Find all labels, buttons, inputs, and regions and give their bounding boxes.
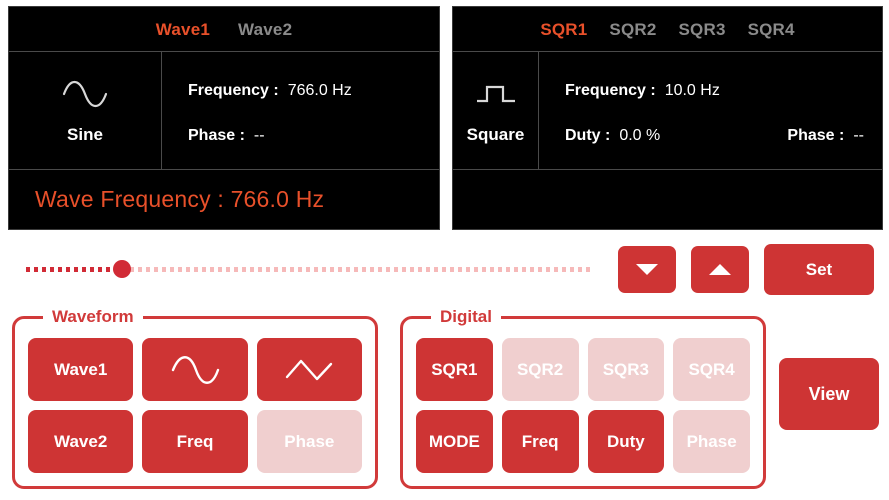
triangle-wave-icon [283, 355, 335, 385]
tab-sqr1[interactable]: SQR1 [540, 21, 587, 38]
waveform-wave1-button[interactable]: Wave1 [28, 338, 134, 401]
digital-phase-button[interactable]: Phase [673, 410, 750, 473]
wave-phase-label: Phase : [188, 127, 245, 145]
digital-sqr1-button[interactable]: SQR1 [416, 338, 493, 401]
wave-frequency-row: Frequency : 766.0 Hz [188, 82, 439, 100]
digital-group-title: Digital [440, 307, 492, 326]
waveform-wave2-button[interactable]: Wave2 [28, 410, 134, 473]
digital-duty-phase-row: Duty : 0.0 % Phase : -- [565, 127, 882, 145]
digital-frequency-row: Frequency : 10.0 Hz [565, 82, 882, 100]
digital-sqr3-button[interactable]: SQR3 [587, 338, 665, 401]
waveform-freq-button[interactable]: Freq [142, 410, 248, 473]
wave-summary-row: Wave Frequency : 766.0 Hz [9, 169, 439, 229]
digital-sqr4-button[interactable]: SQR4 [673, 338, 750, 401]
waveform-phase-button[interactable]: Phase [256, 410, 362, 473]
digital-fields: Frequency : 10.0 Hz Duty : 0.0 % Phase :… [539, 52, 882, 169]
wave-fields: Frequency : 766.0 Hz Phase : -- [162, 52, 439, 169]
waveform-group-title: Waveform [52, 307, 134, 326]
wave-frequency-value: 766.0 Hz [287, 81, 352, 99]
waveform-triangle-button[interactable] [256, 338, 362, 401]
digital-freq-button[interactable]: Freq [501, 410, 579, 473]
wave-display-body: Sine Frequency : 766.0 Hz Phase : -- [9, 52, 439, 169]
slider-row [0, 246, 889, 294]
wave-type-label: Sine [67, 124, 103, 144]
digital-display-body: Square Frequency : 10.0 Hz Duty : 0.0 % … [453, 52, 882, 169]
increment-button[interactable] [691, 246, 749, 293]
decrement-button[interactable] [618, 246, 676, 293]
wave-tab-bar: Wave1 Wave2 [9, 7, 439, 52]
waveform-button-grid: Wave1 Wave2 Freq Phase [15, 327, 375, 486]
wave-frequency-label: Frequency : [188, 81, 279, 99]
digital-duty-label: Duty : [565, 127, 611, 145]
wave-display-panel: Wave1 Wave2 Sine Frequency : 766.0 Hz Ph… [8, 6, 440, 230]
wave-type-cell: Sine [9, 52, 162, 169]
wave-phase-value: -- [253, 127, 265, 145]
tab-wave1[interactable]: Wave1 [156, 21, 210, 38]
waveform-sine-button[interactable] [142, 338, 248, 401]
digital-duty-value: 0.0 % [619, 127, 661, 145]
tab-sqr3[interactable]: SQR3 [679, 21, 726, 38]
digital-type-label: Square [466, 124, 525, 144]
square-wave-icon [474, 77, 518, 111]
tab-sqr4[interactable]: SQR4 [748, 21, 795, 38]
wave-phase-row: Phase : -- [188, 127, 439, 145]
digital-phase-group: Phase : -- [787, 127, 864, 145]
view-button[interactable]: View [779, 358, 879, 430]
set-button[interactable]: Set [764, 244, 874, 295]
slider-thumb[interactable] [113, 260, 132, 278]
digital-group: Digital SQR1 SQR2 SQR3 SQR4 MODE Freq Du… [400, 307, 766, 489]
waveform-group: Waveform Wave1 Wave2 Freq Phase [12, 307, 378, 489]
digital-sqr2-button[interactable]: SQR2 [501, 338, 579, 401]
digital-phase-label: Phase : [787, 127, 845, 145]
app-root: Wave1 Wave2 Sine Frequency : 766.0 Hz Ph… [0, 0, 889, 500]
chevron-up-icon [709, 264, 731, 275]
digital-display-panel: SQR1 SQR2 SQR3 SQR4 Square Frequency : 1… [452, 6, 883, 230]
digital-frequency-value: 10.0 Hz [664, 81, 720, 99]
slider-fill [26, 267, 123, 272]
tab-wave2[interactable]: Wave2 [238, 21, 292, 38]
sine-wave-icon [169, 355, 221, 385]
tab-sqr2[interactable]: SQR2 [609, 21, 656, 38]
digital-button-grid: SQR1 SQR2 SQR3 SQR4 MODE Freq Duty Phase [403, 327, 763, 486]
digital-mode-button[interactable]: MODE [416, 410, 493, 473]
sine-wave-icon [61, 77, 109, 111]
digital-frequency-label: Frequency : [565, 81, 656, 99]
frequency-slider[interactable] [26, 260, 592, 278]
digital-summary-row [453, 169, 882, 229]
digital-duty-group: Duty : 0.0 % [565, 127, 660, 145]
digital-type-cell: Square [453, 52, 539, 169]
digital-tab-bar: SQR1 SQR2 SQR3 SQR4 [453, 7, 882, 52]
chevron-down-icon [636, 264, 658, 275]
digital-phase-value: -- [853, 127, 864, 145]
digital-duty-button[interactable]: Duty [587, 410, 665, 473]
wave-summary-text: Wave Frequency : 766.0 Hz [35, 186, 325, 212]
